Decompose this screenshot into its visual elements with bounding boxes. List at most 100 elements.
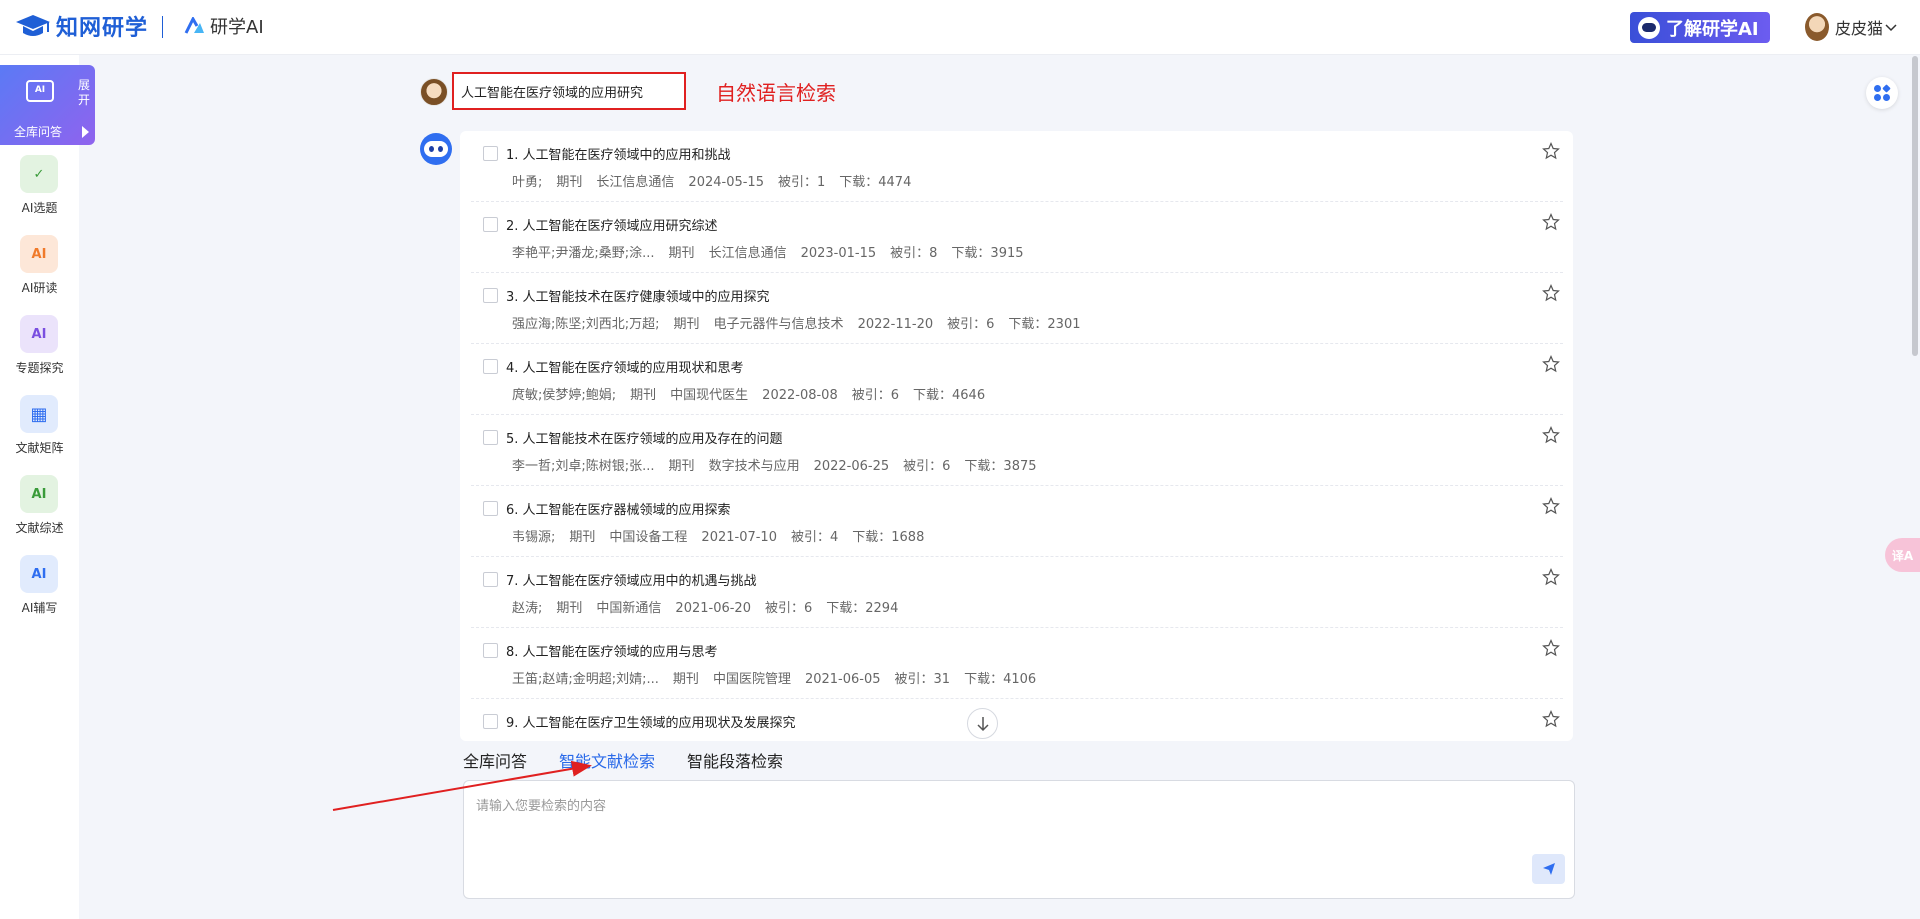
result-title[interactable]: 1. 人工智能在医疗领域中的应用和挑战 [506, 144, 731, 163]
result-checkbox[interactable] [483, 359, 498, 374]
page-scrollbar[interactable] [1912, 56, 1918, 356]
star-icon[interactable] [1542, 426, 1560, 444]
result-downloads: 下载：4474 [839, 175, 912, 190]
sidebar-item-ai-writing[interactable]: AI AI辅写 [0, 555, 79, 630]
result-authors: 李艳平;尹潘龙;桑野;涂... [512, 246, 655, 261]
result-item[interactable]: 6. 人工智能在医疗器械领域的应用探索 韦锡源; 期刊 中国设备工程 2021-07-… [471, 486, 1563, 557]
result-downloads: 下载：3875 [964, 459, 1037, 474]
tab-smart-paragraph-search[interactable]: 智能段落检索 [687, 748, 783, 772]
result-downloads: 下载：2301 [1008, 317, 1081, 332]
result-cited: 被引：8 [890, 246, 938, 261]
result-cited: 被引：6 [851, 388, 900, 403]
result-title[interactable]: 8. 人工智能在医疗领域的应用与思考 [506, 641, 718, 660]
send-button[interactable] [1532, 854, 1565, 884]
result-source[interactable]: 长江信息通信 [709, 246, 787, 261]
scroll-to-bottom-button[interactable] [967, 708, 998, 739]
result-title[interactable]: 5. 人工智能技术在医疗领域的应用及存在的问题 [506, 428, 783, 447]
search-input-box [463, 780, 1575, 899]
result-downloads: 下载：3915 [951, 246, 1024, 261]
apps-grid-icon [1874, 84, 1891, 101]
sidebar-item-label: 文献矩阵 [15, 441, 64, 455]
result-downloads: 下载：2294 [826, 601, 899, 616]
result-checkbox[interactable] [483, 146, 498, 161]
result-title[interactable]: 9. 人工智能在医疗卫生领域的应用现状及发展探究 [506, 712, 796, 731]
learn-yanxue-ai-button[interactable]: 了解研学AI [1630, 12, 1770, 43]
sidebar-item-literature-review[interactable]: AI 文献综述 [0, 475, 79, 550]
sidebar-item-ai-reading[interactable]: AI AI研读 [0, 235, 79, 310]
result-title[interactable]: 4. 人工智能在医疗领域的应用现状和思考 [506, 357, 744, 376]
result-checkbox[interactable] [483, 643, 498, 658]
result-checkbox[interactable] [483, 501, 498, 516]
result-downloads: 下载：4106 [964, 672, 1037, 687]
sidebar-item-full-library-qa[interactable]: AI 全库问答 展开 [0, 65, 95, 145]
result-type: 期刊 [569, 530, 596, 545]
assistant-avatar [420, 133, 452, 165]
result-title[interactable]: 6. 人工智能在医疗器械领域的应用探索 [506, 499, 731, 518]
result-item[interactable]: 8. 人工智能在医疗领域的应用与思考 王笛;赵靖;金明超;刘婧;... 期刊 中国医… [471, 628, 1563, 699]
sidebar-item-ai-topic[interactable]: ✓ AI选题 [0, 155, 79, 230]
star-icon[interactable] [1542, 142, 1560, 160]
star-icon[interactable] [1542, 639, 1560, 657]
search-mode-tabs: 全库问答 智能文献检索 智能段落检索 [463, 748, 815, 772]
grid-matrix-icon: ▦ [20, 395, 58, 433]
ai-writing-icon: AI [20, 555, 58, 593]
star-icon[interactable] [1542, 213, 1560, 231]
result-source[interactable]: 中国新通信 [596, 601, 661, 616]
expand-arrow-icon[interactable] [82, 126, 89, 138]
result-authors: 赵涛; [512, 601, 543, 616]
result-checkbox[interactable] [483, 714, 498, 729]
search-input[interactable] [476, 795, 1536, 875]
user-query-bubble: 人工智能在医疗领域的应用研究 [452, 72, 686, 110]
sidebar-item-topic-exploration[interactable]: AI 专题探究 [0, 315, 79, 390]
translate-icon[interactable]: 译A [1885, 538, 1920, 572]
result-source[interactable]: 长江信息通信 [596, 175, 674, 190]
result-item[interactable]: 7. 人工智能在医疗领域应用中的机遇与挑战 赵涛; 期刊 中国新通信 2021-06-… [471, 557, 1563, 628]
user-menu[interactable]: 皮皮猫 [1805, 13, 1897, 41]
result-authors: 叶勇; [512, 175, 543, 190]
star-icon[interactable] [1542, 284, 1560, 302]
result-cited: 被引：31 [894, 672, 951, 687]
result-meta: 强应海;陈坚;刘西北;万超; 期刊 电子元器件与信息技术 2022-11-20 被引：6… [512, 313, 1095, 332]
result-title[interactable]: 3. 人工智能技术在医疗健康领域中的应用探究 [506, 286, 770, 305]
result-meta: 叶勇; 期刊 长江信息通信 2024-05-15 被引：1 下载：4474 [512, 171, 925, 190]
result-item[interactable]: 5. 人工智能技术在医疗领域的应用及存在的问题 李一哲;刘卓;陈树银;张... 期… [471, 415, 1563, 486]
result-source[interactable]: 中国现代医生 [670, 388, 748, 403]
result-source[interactable]: 数字技术与应用 [709, 459, 800, 474]
result-title[interactable]: 7. 人工智能在医疗领域应用中的机遇与挑战 [506, 570, 757, 589]
result-type: 期刊 [556, 601, 583, 616]
result-checkbox[interactable] [483, 572, 498, 587]
result-checkbox[interactable] [483, 288, 498, 303]
star-icon[interactable] [1542, 355, 1560, 373]
result-date: 2022-11-20 [857, 317, 934, 332]
sidebar-item-label: AI选题 [21, 201, 58, 215]
product-name-label: 研学AI [210, 17, 264, 38]
sidebar-item-literature-matrix[interactable]: ▦ 文献矩阵 [0, 395, 79, 470]
result-meta: 庹敏;侯梦婷;鲍娟; 期刊 中国现代医生 2022-08-08 被引：6 下载：4646 [512, 384, 999, 403]
expand-sidebar-label[interactable]: 展开 [78, 78, 90, 108]
result-checkbox[interactable] [483, 217, 498, 232]
star-icon[interactable] [1542, 568, 1560, 586]
sidebar-item-label: 全库问答 [14, 125, 63, 139]
result-item[interactable]: 1. 人工智能在医疗领域中的应用和挑战 叶勇; 期刊 长江信息通信 2024-05-1… [471, 131, 1563, 202]
apps-menu-button[interactable] [1866, 77, 1898, 109]
result-authors: 王笛;赵靖;金明超;刘婧;... [512, 672, 659, 687]
star-icon[interactable] [1542, 710, 1560, 728]
tab-full-library-qa[interactable]: 全库问答 [463, 748, 527, 772]
result-item[interactable]: 2. 人工智能在医疗领域应用研究综述 李艳平;尹潘龙;桑野;涂... 期刊 长江信息… [471, 202, 1563, 273]
product-name[interactable]: 研学AI [184, 13, 264, 39]
result-item[interactable]: 4. 人工智能在医疗领域的应用现状和思考 庹敏;侯梦婷;鲍娟; 期刊 中国现代医生 2… [471, 344, 1563, 415]
user-avatar [420, 78, 448, 106]
result-type: 期刊 [673, 317, 700, 332]
result-checkbox[interactable] [483, 430, 498, 445]
result-item[interactable]: 3. 人工智能技术在医疗健康领域中的应用探究 强应海;陈坚;刘西北;万超; 期刊电… [471, 273, 1563, 344]
result-item[interactable]: 9. 人工智能在医疗卫生领域的应用现状及发展探究 [471, 699, 1563, 741]
result-title[interactable]: 2. 人工智能在医疗领域应用研究综述 [506, 215, 718, 234]
tab-smart-literature-search[interactable]: 智能文献检索 [559, 748, 655, 772]
star-icon[interactable] [1542, 497, 1560, 515]
result-meta: 韦锡源; 期刊 中国设备工程 2021-07-10 被引：4 下载：1688 [512, 526, 938, 545]
result-source[interactable]: 中国设备工程 [609, 530, 687, 545]
result-source[interactable]: 电子元器件与信息技术 [714, 317, 844, 332]
review-document-icon: AI [20, 475, 58, 513]
result-source[interactable]: 中国医院管理 [713, 672, 791, 687]
cnki-logo[interactable]: 知网研学 [14, 11, 148, 41]
